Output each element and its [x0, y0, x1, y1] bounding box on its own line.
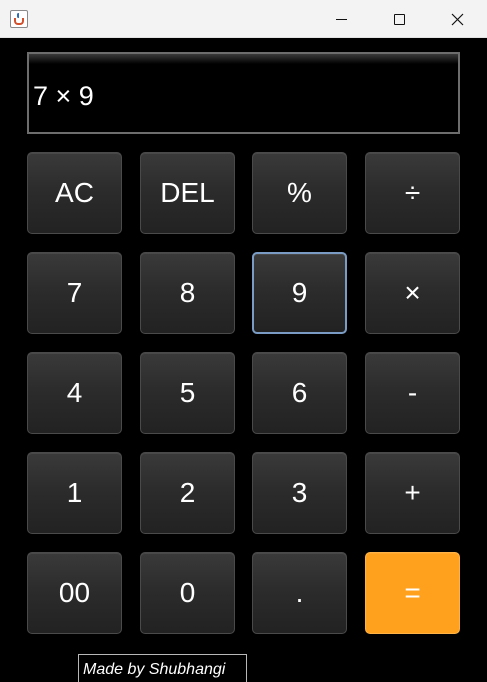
percent-button[interactable]: %	[252, 152, 347, 234]
digit-2-button[interactable]: 2	[140, 452, 235, 534]
close-button[interactable]	[428, 0, 486, 38]
maximize-button[interactable]	[370, 0, 428, 38]
digit-4-button[interactable]: 4	[27, 352, 122, 434]
equals-button[interactable]: =	[365, 552, 460, 634]
digit-8-button[interactable]: 8	[140, 252, 235, 334]
all-clear-button[interactable]: AC	[27, 152, 122, 234]
decimal-point-button[interactable]: .	[252, 552, 347, 634]
title-bar	[0, 0, 487, 38]
double-zero-button[interactable]: 00	[27, 552, 122, 634]
delete-button[interactable]: DEL	[140, 152, 235, 234]
calculator-display[interactable]: 7 × 9	[27, 52, 460, 134]
digit-6-button[interactable]: 6	[252, 352, 347, 434]
subtract-button[interactable]: -	[365, 352, 460, 434]
minimize-icon	[335, 18, 347, 20]
maximize-icon	[393, 13, 405, 25]
digit-9-button[interactable]: 9	[252, 252, 347, 334]
divide-button[interactable]: ÷	[365, 152, 460, 234]
java-icon[interactable]	[10, 10, 28, 28]
minimize-button[interactable]	[312, 0, 370, 38]
display-bevel	[29, 54, 458, 64]
credit-label: Made by Shubhangi	[78, 654, 247, 682]
digit-5-button[interactable]: 5	[140, 352, 235, 434]
close-icon	[451, 13, 463, 25]
display-expression: 7 × 9	[33, 81, 94, 111]
digit-0-button[interactable]: 0	[140, 552, 235, 634]
multiply-button[interactable]: ×	[365, 252, 460, 334]
digit-3-button[interactable]: 3	[252, 452, 347, 534]
digit-7-button[interactable]: 7	[27, 252, 122, 334]
add-button[interactable]: +	[365, 452, 460, 534]
digit-1-button[interactable]: 1	[27, 452, 122, 534]
